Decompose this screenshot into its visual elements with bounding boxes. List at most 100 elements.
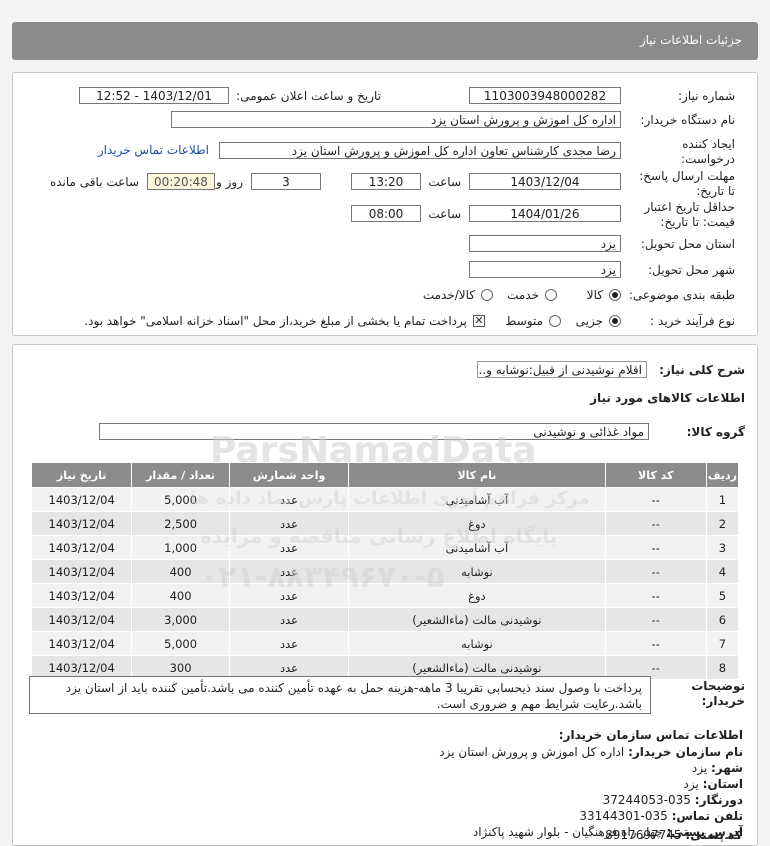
contact-fax-label: دورنگار: [694, 793, 743, 807]
row-number: 6 [705, 607, 740, 632]
row-number: 3 [705, 535, 740, 560]
requester-field[interactable]: رضا مجدی کارشناس تعاون اداره کل اموزش و … [219, 142, 621, 159]
item-code: -- [604, 583, 707, 608]
page-header: جزئیات اطلاعات نیاز [12, 22, 758, 60]
buyer-name-label: نام دستگاه خریدار: [640, 113, 736, 127]
item-name: نوشیدنی مالت (ماءالشعیر) [348, 607, 606, 632]
process-type-label: نوع فرآیند خرید : [650, 314, 735, 328]
city-field[interactable]: یزد [469, 261, 621, 278]
buyer-notes-label: توضیحات خریدار: [691, 679, 745, 708]
page: جزئیات اطلاعات نیاز شماره نیاز: 11030039… [0, 0, 770, 846]
process-medium-radio[interactable] [549, 315, 561, 327]
contact-postal: کد پستی: 8917697745 [605, 828, 742, 842]
table-row[interactable]: 5 -- دوغ عدد 400 1403/12/04 [30, 583, 740, 608]
col-code: کد کالا [604, 462, 707, 488]
day-and-label: روز و [216, 175, 243, 189]
contact-city: شهر: یزد [692, 761, 743, 775]
col-date: تاریخ نیاز [30, 462, 133, 488]
category-service-radio[interactable] [545, 289, 557, 301]
item-quantity: 400 [131, 583, 230, 608]
contact-postal-label: کد پستی: [685, 828, 742, 842]
contact-province-label: استان: [702, 777, 743, 791]
contact-city-label: شهر: [711, 761, 743, 775]
table-row[interactable]: 2 -- دوغ عدد 2,500 1403/12/04 [30, 511, 740, 536]
table-row[interactable]: 1 -- آب آشامیدنی عدد 5,000 1403/12/04 [30, 487, 740, 512]
contact-fax: دورنگار: 035-37244053 [603, 793, 743, 807]
row-number: 7 [705, 631, 740, 656]
validity-time-field[interactable]: 08:00 [351, 205, 421, 222]
buyer-contact-title: اطلاعات تماس سازمان خریدار: [558, 728, 743, 742]
table-row[interactable]: 6 -- نوشیدنی مالت (ماءالشعیر) عدد 3,000 1403/… [30, 607, 740, 632]
general-desc-field[interactable]: اقلام نوشیدنی از قبیل:نوشابه و... [477, 361, 647, 378]
item-code: -- [604, 535, 707, 560]
province-field[interactable]: یزد [469, 235, 621, 252]
contact-org-label: نام سازمان خریدار: [628, 745, 743, 759]
remaining-days-field[interactable]: 3 [251, 173, 321, 190]
item-code: -- [604, 559, 707, 584]
buyer-contact-link[interactable]: اطلاعات تماس خریدار [98, 143, 209, 157]
reply-time-label: ساعت [428, 175, 461, 189]
item-name: دوغ [348, 583, 606, 608]
requester-label: ایجاد کننده درخواست: [681, 137, 735, 166]
category-goods-label: کالا [586, 288, 603, 302]
validity-date-field[interactable]: 1404/01/26 [469, 205, 621, 222]
item-code: -- [604, 607, 707, 632]
item-unit: عدد [228, 559, 350, 584]
item-date: 1403/12/04 [30, 583, 133, 608]
category-both-label: کالا/خدمت [422, 288, 475, 302]
province-label: استان محل تحویل: [640, 237, 735, 251]
contact-org-value: اداره کل اموزش و پرورش استان یزد [439, 745, 625, 759]
price-validity-label: حداقل تاریخ اعتبار قیمت: تا تاریخ: [644, 200, 735, 229]
remaining-time-field: 00:20:48 [147, 173, 215, 190]
items-table: ردیف کد کالا نام کالا واحد شمارش تعداد /… [30, 462, 740, 680]
table-row[interactable]: 7 -- نوشابه عدد 5,000 1403/12/04 [30, 631, 740, 656]
contact-province: استان: یزد [684, 777, 744, 791]
announce-datetime-field[interactable]: 1403/12/01 - 12:52 [79, 87, 229, 104]
category-goods-radio[interactable] [609, 289, 621, 301]
item-code: -- [604, 511, 707, 536]
items-section-title: اطلاعات کالاهای مورد نیاز [590, 391, 745, 405]
col-unit: واحد شمارش [228, 462, 350, 488]
announce-datetime-label: تاریخ و ساعت اعلان عمومی: [236, 89, 381, 103]
item-unit: عدد [228, 511, 350, 536]
item-date: 1403/12/04 [30, 487, 133, 512]
buyer-name-field[interactable]: اداره کل اموزش و پرورش استان یزد [171, 111, 621, 128]
reply-time-field[interactable]: 13:20 [351, 173, 421, 190]
contact-city-value: یزد [691, 761, 708, 775]
treasury-payment-checkbox[interactable]: ✕ [473, 315, 485, 327]
row-number: 2 [705, 511, 740, 536]
goods-group-label: گروه کالا: [686, 425, 745, 439]
item-name: نوشابه [348, 559, 606, 584]
table-row[interactable]: 3 -- آب آشامیدنی عدد 1,000 1403/12/04 [30, 535, 740, 560]
need-number-field[interactable]: 1103003948000282 [469, 87, 621, 104]
item-quantity: 3,000 [131, 607, 230, 632]
table-row[interactable]: 4 -- نوشابه عدد 400 1403/12/04 [30, 559, 740, 584]
page-title: جزئیات اطلاعات نیاز [639, 33, 742, 47]
item-date: 1403/12/04 [30, 511, 133, 536]
treasury-payment-note: پرداخت تمام یا بخشی از مبلغ خرید،از محل … [84, 314, 467, 328]
item-date: 1403/12/04 [30, 631, 133, 656]
goods-group-field[interactable]: مواد غذائی و نوشیدنی [99, 423, 649, 440]
item-unit: عدد [228, 631, 350, 656]
general-desc-label: شرح کلی نیاز: [659, 363, 745, 377]
category-service-label: خدمت [507, 288, 539, 302]
row-number: 1 [705, 487, 740, 512]
item-unit: عدد [228, 607, 350, 632]
items-panel: شرح کلی نیاز: اقلام نوشیدنی از قبیل:نوشا… [12, 344, 758, 846]
reply-date-field[interactable]: 1403/12/04 [469, 173, 621, 190]
item-code: -- [604, 487, 707, 512]
item-name: آب آشامیدنی [348, 535, 606, 560]
item-date: 1403/12/04 [30, 607, 133, 632]
row-number: 4 [705, 559, 740, 584]
row-number: 5 [705, 583, 740, 608]
item-unit: عدد [228, 583, 350, 608]
contact-phone-label: تلفن تماس: [671, 809, 743, 823]
city-label: شهر محل تحویل: [648, 263, 735, 277]
category-both-radio[interactable] [481, 289, 493, 301]
process-minor-radio[interactable] [609, 315, 621, 327]
item-quantity: 5,000 [131, 487, 230, 512]
process-medium-label: متوسط [505, 314, 543, 328]
item-quantity: 1,000 [131, 535, 230, 560]
items-table-header: ردیف کد کالا نام کالا واحد شمارش تعداد /… [30, 462, 740, 488]
buyer-notes-field: پرداخت با وصول سند ذیحسابی تقریبا 3 ماهه… [29, 676, 651, 714]
